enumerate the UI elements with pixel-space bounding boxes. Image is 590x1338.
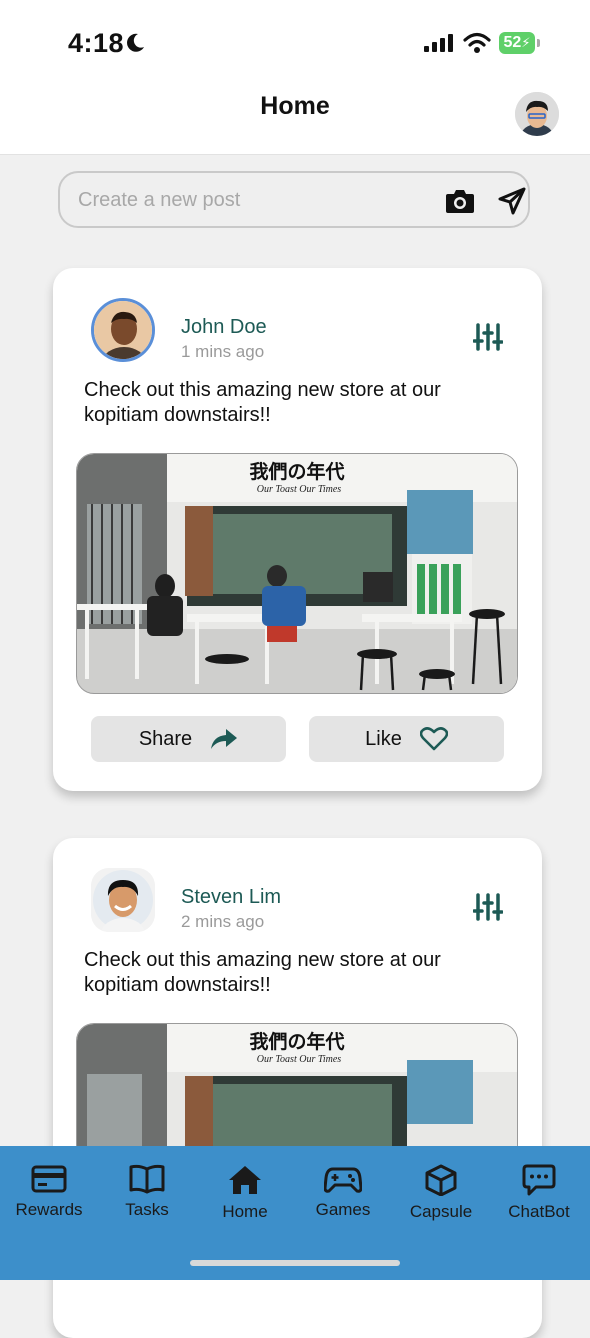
gamepad-icon <box>324 1167 362 1193</box>
home-icon <box>229 1166 261 1194</box>
store-sign-sub: Our Toast Our Times <box>257 1054 341 1065</box>
author-photo <box>91 868 155 932</box>
signal-icon <box>424 34 453 52</box>
user-photo <box>515 92 559 136</box>
battery-indicator: 52 ⚡ <box>499 32 535 54</box>
tab-tasks[interactable]: Tasks <box>98 1164 196 1220</box>
status-time: 4:18 <box>68 28 125 58</box>
share-icon <box>211 729 238 749</box>
post-image[interactable]: 我們の年代 Our Toast Our Times <box>76 453 518 694</box>
card-icon <box>31 1165 67 1193</box>
book-icon <box>129 1164 165 1194</box>
post-timestamp: 2 mins ago <box>181 912 265 931</box>
tab-rewards[interactable]: Rewards <box>0 1164 98 1220</box>
heart-icon <box>419 727 448 751</box>
author-avatar[interactable] <box>91 298 155 362</box>
tab-capsule[interactable]: Capsule <box>392 1164 490 1222</box>
sliders-icon[interactable] <box>473 322 503 352</box>
app-header: Home <box>0 80 590 155</box>
sliders-icon[interactable] <box>473 892 503 922</box>
tab-label: Home <box>222 1202 268 1221</box>
post-text: Check out this amazing new store at our … <box>84 379 441 426</box>
send-icon[interactable] <box>498 187 526 215</box>
tab-label: Capsule <box>409 1202 473 1221</box>
battery-level: 52 <box>503 34 522 51</box>
post-timestamp: 1 mins ago <box>181 342 265 361</box>
new-post-placeholder: Create a new post <box>78 189 241 211</box>
tab-label: Rewards <box>15 1200 83 1219</box>
charging-icon: ⚡ <box>521 35 531 50</box>
author-name[interactable]: John Doe <box>181 316 267 339</box>
cube-icon <box>425 1164 457 1196</box>
store-sign-main: 我們の年代 <box>249 1030 344 1053</box>
tab-chatbot[interactable]: ChatBot <box>490 1164 588 1222</box>
tab-label: ChatBot <box>508 1202 570 1221</box>
chat-icon <box>522 1164 556 1196</box>
author-photo <box>94 301 152 359</box>
share-label: Share <box>138 727 193 750</box>
wifi-icon <box>463 32 491 53</box>
status-bar: 4:18 52 ⚡ <box>0 0 590 80</box>
share-button[interactable]: Share <box>91 716 286 762</box>
like-label: Like <box>365 727 402 750</box>
camera-icon[interactable] <box>445 187 475 215</box>
moon-icon <box>127 33 144 52</box>
author-avatar[interactable] <box>91 868 155 932</box>
battery-cap <box>537 39 540 47</box>
post-text: Check out this amazing new store at our … <box>84 949 441 996</box>
post-card: John Doe 1 mins ago Check out this amazi… <box>53 268 542 791</box>
like-button[interactable]: Like <box>309 716 504 762</box>
new-post-input[interactable]: Create a new post <box>58 171 530 228</box>
store-sign-sub: Our Toast Our Times <box>257 484 341 495</box>
profile-avatar[interactable] <box>515 92 559 136</box>
tab-label: Tasks <box>125 1200 169 1219</box>
store-photo: 我們の年代 Our Toast Our Times <box>77 454 517 693</box>
store-sign-main: 我們の年代 <box>249 460 344 483</box>
page-title: Home <box>260 92 330 120</box>
home-indicator[interactable] <box>190 1260 400 1266</box>
tab-home[interactable]: Home <box>196 1164 294 1222</box>
author-name[interactable]: Steven Lim <box>181 886 281 909</box>
tab-label: Games <box>315 1200 371 1219</box>
tab-games[interactable]: Games <box>294 1164 392 1220</box>
